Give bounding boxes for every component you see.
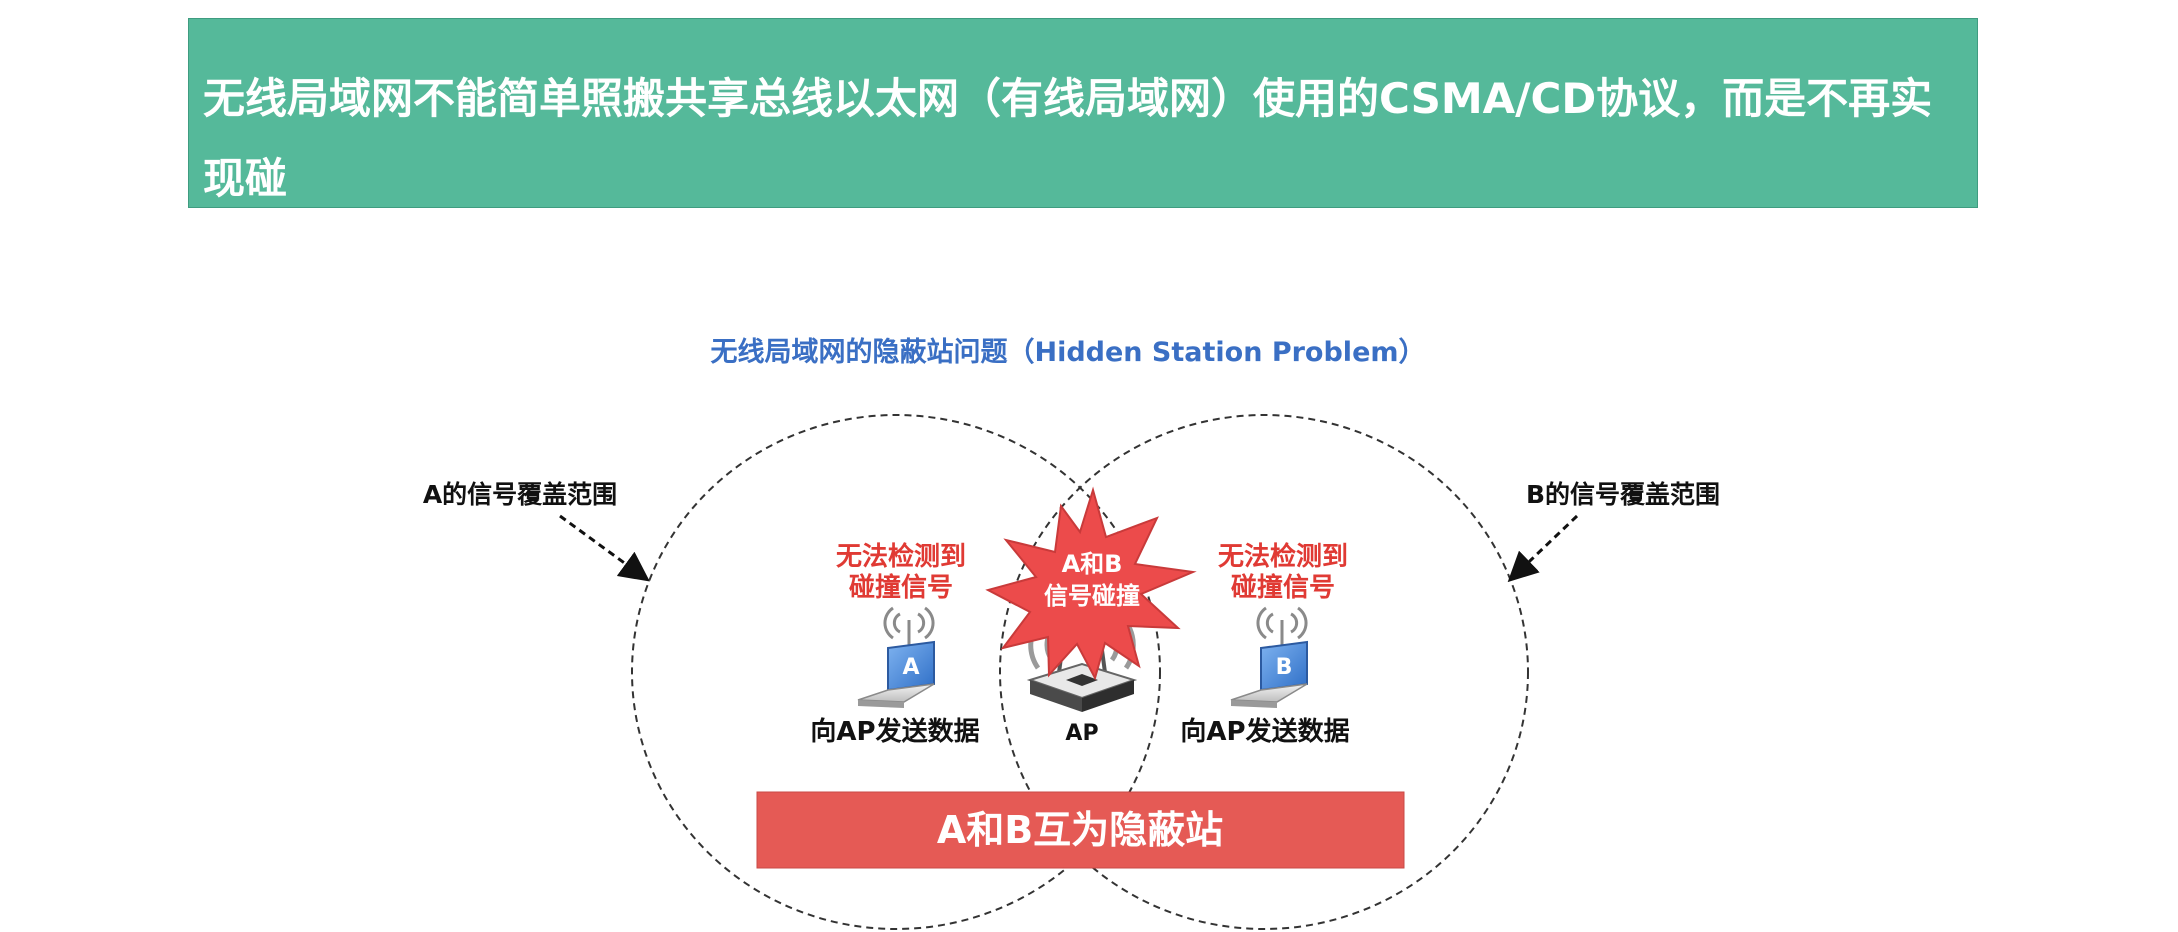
diagram-title: 无线局域网的隐蔽站问题（Hidden Station Problem） [710,336,1425,368]
hidden-station-diagram: 无线局域网的隐蔽站问题（Hidden Station Problem） A的信号… [423,336,1720,930]
coverage-label-a: A的信号覆盖范围 [423,480,617,509]
sender-a-label: 向AP发送数据 [810,716,979,747]
collision-line-1: A和B [1062,550,1123,578]
arrow-to-circle-a [559,514,650,582]
ap-label: AP [1065,721,1098,746]
laptop-a-letter: A [902,655,919,680]
conclusion-text: A和B互为隐蔽站 [937,808,1223,852]
arrow-to-circle-b [1507,514,1579,583]
right-warning-line-1: 无法检测到 [1218,541,1348,572]
collision-burst: A和B 信号碰撞 [985,486,1197,681]
laptop-b-letter: B [1276,655,1293,680]
sender-b-label: 向AP发送数据 [1180,716,1349,747]
right-warning-line-2: 碰撞信号 [1231,573,1335,603]
coverage-label-b: B的信号覆盖范围 [1526,480,1720,509]
left-warning-line-1: 无法检测到 [836,541,966,572]
left-warning-line-2: 碰撞信号 [849,573,953,603]
laptop-b-icon: B [1230,606,1308,708]
collision-line-2: 信号碰撞 [1044,582,1140,610]
laptop-a-icon: A [857,606,935,708]
